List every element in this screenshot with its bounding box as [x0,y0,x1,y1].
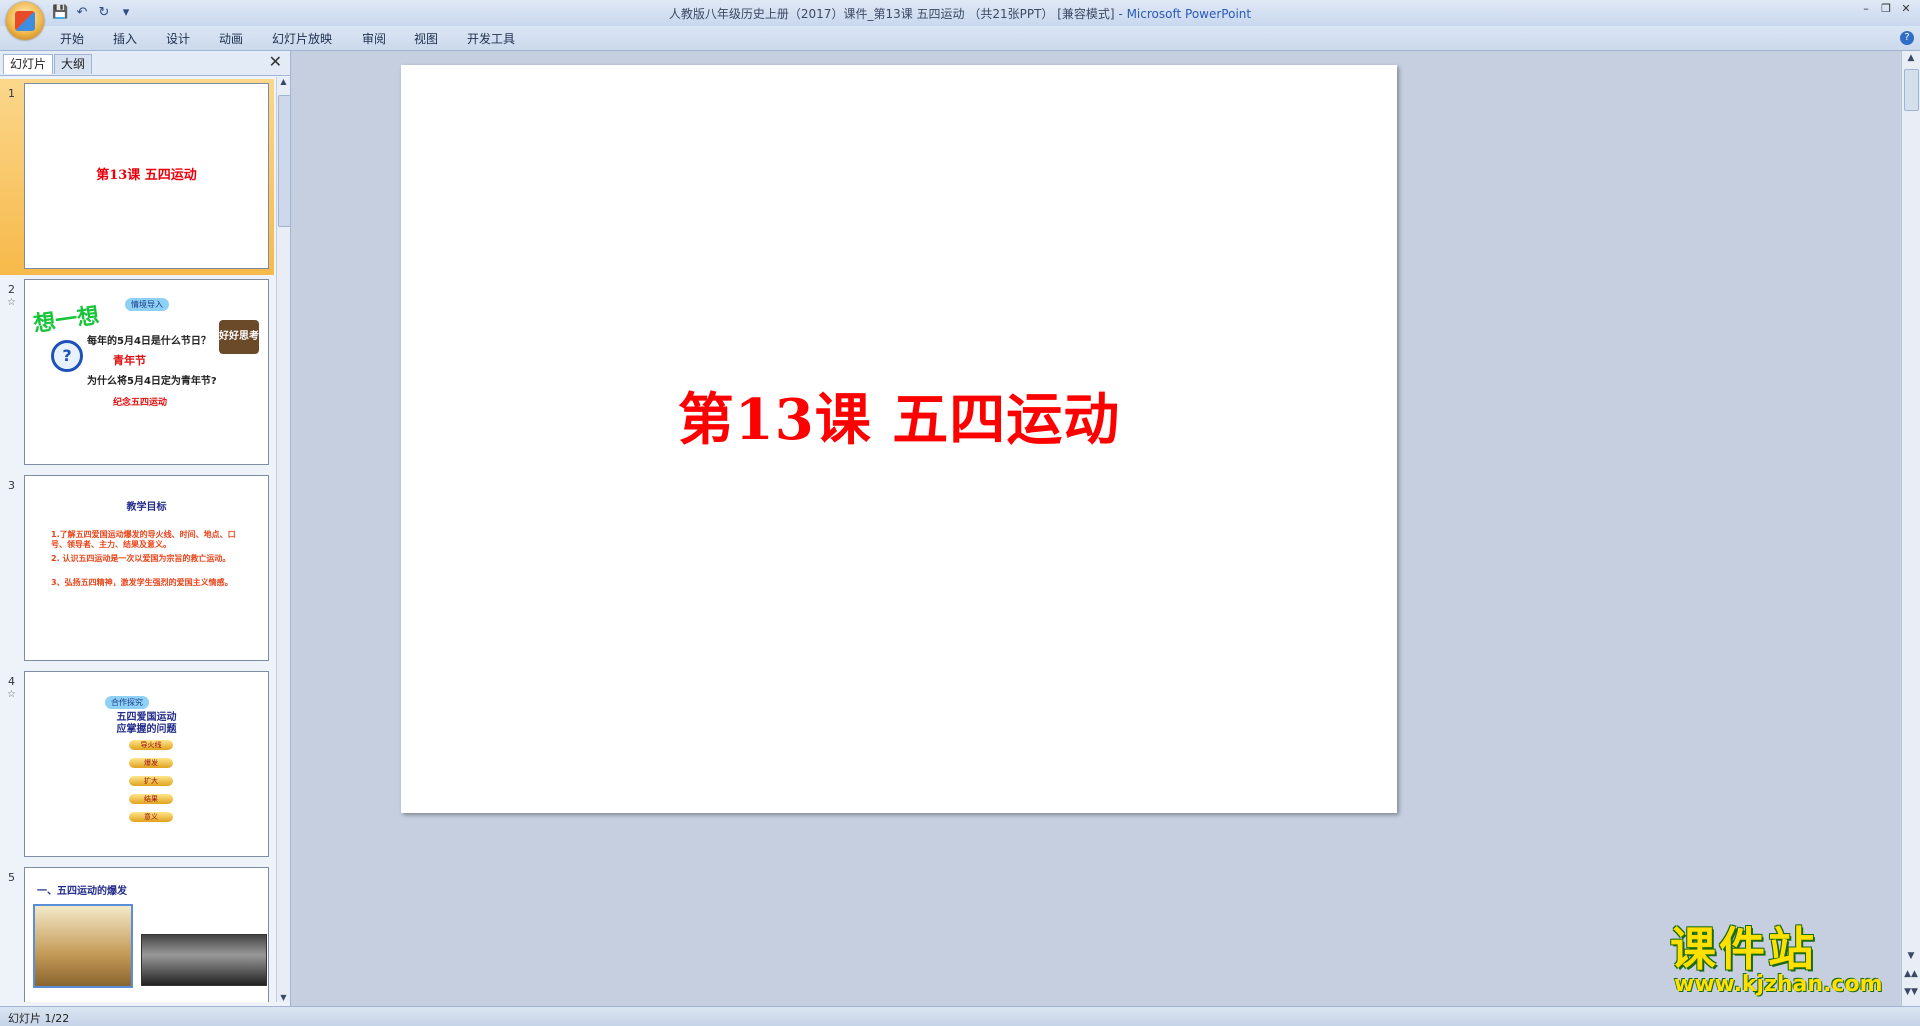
scroll-up-icon[interactable]: ▲ [277,77,290,86]
slide-preview[interactable]: 教学目标 1.了解五四爱国运动爆发的导火线、时间、地点、口号、领导者、主力、结果… [24,475,269,661]
thumb-title: 一、五四运动的爆发 [37,886,127,897]
tab-slides[interactable]: 幻灯片 [3,54,54,74]
tiananmen-photo [33,904,133,988]
slide-indicator: 幻灯片 1/22 [8,1012,70,1025]
watermark-text: 课件站 [1670,922,1817,976]
tab-developer[interactable]: 开发工具 [467,30,515,47]
objective-item: 2. 认识五四运动是一次以爱国为宗旨的救亡运动。 [51,554,231,563]
topic-pill: 意义 [129,812,173,822]
scroll-down-icon[interactable]: ▼ [277,993,290,1002]
slide-title[interactable]: 第13课 五四运动 [401,375,1397,456]
minimize-icon[interactable]: – [1858,2,1874,16]
slide-number: 2 [8,283,15,296]
tab-animation[interactable]: 动画 [219,30,243,47]
pane-tab-bar: 幻灯片 大纲 ✕ [0,51,290,76]
question-mark-icon: ? [51,340,83,372]
scroll-thumb[interactable] [278,95,291,227]
office-logo-icon [15,11,35,31]
topic-pill: 导火线 [129,740,173,750]
ribbon-tabs: 开始 插入 设计 动画 幻灯片放映 审阅 视图 开发工具 [0,26,1920,51]
section-badge: 情境导入 [125,298,169,311]
heading-line-2: 应掌握的问题 [116,724,177,735]
thumbnail-slide-1[interactable]: 1 第13课 五四运动 [0,79,274,275]
tab-review[interactable]: 审阅 [362,30,386,47]
watermark-url: www.kjzhan.com [1674,972,1883,997]
slides-pane: 幻灯片 大纲 ✕ 1 第13课 五四运动 2 ☆ 想一想 情境导入 ? 好好思考… [0,51,291,1006]
close-icon[interactable]: ✕ [1898,2,1914,16]
slide-number: 5 [8,871,15,884]
thumbnail-list: 1 第13课 五四运动 2 ☆ 想一想 情境导入 ? 好好思考 每年的5月4日是… [0,77,274,1002]
thumbnail-slide-4[interactable]: 4 ☆ 合作探究 五四爱国运动 应掌握的问题 导火线 爆发 扩大 结果 意义 [0,667,274,863]
prev-slide-icon[interactable]: ▲▲ [1902,969,1920,979]
question-2: 为什么将5月4日定为青年节? [87,376,217,387]
slide-editor: 第13课 五四运动 [291,51,1900,1006]
thumbnail-slide-3[interactable]: 3 教学目标 1.了解五四爱国运动爆发的导火线、时间、地点、口号、领导者、主力、… [0,471,274,667]
section-badge: 合作探究 [105,696,149,709]
answer-2: 纪念五四运动 [113,398,168,408]
thumbnail-slide-5[interactable]: 5 一、五四运动的爆发 [0,863,274,1002]
app-name: - Microsoft PowerPoint [1118,7,1252,21]
tab-outline[interactable]: 大纲 [54,54,93,74]
slide-preview[interactable]: 想一想 情境导入 ? 好好思考 每年的5月4日是什么节日？ 青年节 为什么将5月… [24,279,269,465]
slide-preview[interactable]: 第13课 五四运动 [24,83,269,269]
topic-pill: 扩大 [129,776,173,786]
scroll-thumb[interactable] [1904,69,1919,111]
document-title: 人教版八年级历史上册（2017）课件_第13课 五四运动 （共21张PPT） [… [668,7,1115,21]
slide-number: 1 [8,87,15,100]
thumb-title: 教学目标 [126,502,167,513]
scroll-up-icon[interactable]: ▲ [1902,53,1920,63]
editor-scrollbar[interactable]: ▲ ▼ ▲▲ ▼▼ [1901,51,1920,1006]
thumbnail-scrollbar[interactable]: ▲ ▼ [276,77,291,1002]
protest-photo [141,934,267,986]
topic-pill: 爆发 [129,758,173,768]
tab-slideshow[interactable]: 幻灯片放映 [272,30,332,47]
restore-icon[interactable]: ❐ [1878,2,1894,16]
window-title: 人教版八年级历史上册（2017）课件_第13课 五四运动 （共21张PPT） [… [0,5,1920,22]
tab-home[interactable]: 开始 [60,30,84,47]
slide-number: 4 [8,675,15,688]
thumbnail-slide-2[interactable]: 2 ☆ 想一想 情境导入 ? 好好思考 每年的5月4日是什么节日？ 青年节 为什… [0,275,274,471]
tab-design[interactable]: 设计 [166,30,190,47]
objective-item: 3、弘扬五四精神，激发学生强烈的爱国主义情感。 [51,578,233,587]
window-controls: – ❐ ✕ [1858,2,1914,16]
next-slide-icon[interactable]: ▼▼ [1902,987,1920,997]
watermark: 课件站 www.kjzhan.com [1670,924,1900,996]
close-pane-icon[interactable]: ✕ [269,54,282,70]
scroll-down-icon[interactable]: ▼ [1902,951,1920,961]
current-slide[interactable]: 第13课 五四运动 [401,65,1397,813]
slide-preview[interactable]: 合作探究 五四爱国运动 应掌握的问题 导火线 爆发 扩大 结果 意义 [24,671,269,857]
status-bar: 幻灯片 1/22 [0,1006,1920,1026]
animation-star-icon: ☆ [7,297,16,308]
help-icon[interactable]: ? [1900,31,1914,45]
office-button[interactable] [6,2,44,40]
tab-view[interactable]: 视图 [414,30,438,47]
topic-pill: 结果 [129,794,173,804]
title-bar: 💾 ↶ ↻ ▾ 人教版八年级历史上册（2017）课件_第13课 五四运动 （共2… [0,0,1920,40]
animation-star-icon: ☆ [7,689,16,700]
answer-1: 青年节 [113,354,146,367]
objective-item: 1.了解五四爱国运动爆发的导火线、时间、地点、口号、领导者、主力、结果及意义。 [51,530,236,549]
heading-line-1: 五四爱国运动 [116,712,177,723]
thumb-title: 第13课 五四运动 [96,168,197,183]
slide-preview[interactable]: 一、五四运动的爆发 [24,867,269,1002]
tab-insert[interactable]: 插入 [113,30,137,47]
thumb-heading: 五四爱国运动 应掌握的问题 [25,712,268,736]
stamp-image: 好好思考 [219,320,259,354]
slide-number: 3 [8,479,15,492]
question-1: 每年的5月4日是什么节日？ [87,336,211,347]
